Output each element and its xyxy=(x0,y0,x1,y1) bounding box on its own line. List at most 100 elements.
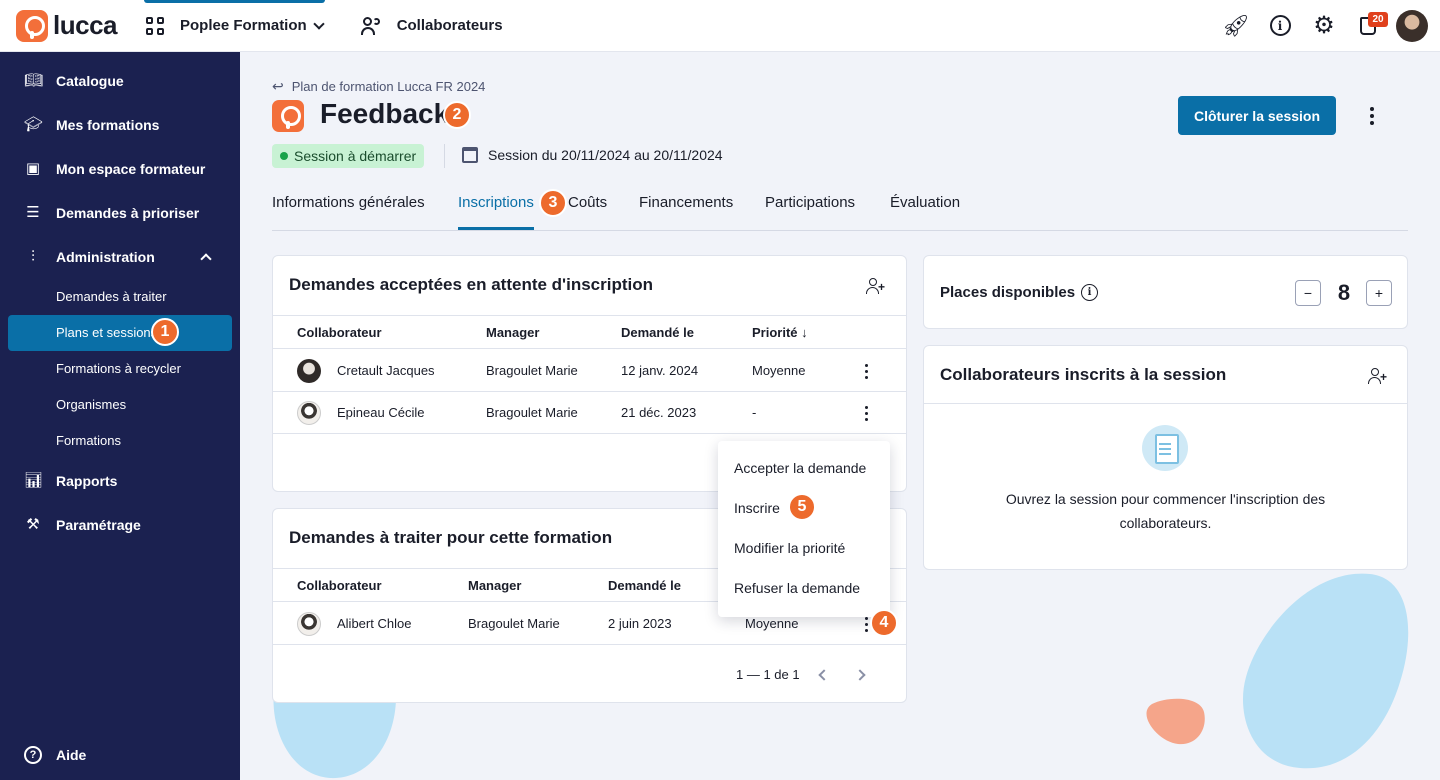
tab-informations-generales[interactable]: Informations générales xyxy=(272,194,425,230)
column-header-date[interactable]: Demandé le xyxy=(608,578,681,593)
sidebar-item-administration[interactable]: ⫶ Administration xyxy=(24,245,155,269)
status-badge: Session à démarrer xyxy=(272,144,425,168)
column-header-collaborateur[interactable]: Collaborateur xyxy=(297,325,382,340)
sidebar-item-espace-formateur[interactable]: ▣ Mon espace formateur xyxy=(24,157,205,181)
info-button[interactable]: i xyxy=(1258,4,1302,48)
pagination-range: 1 — 1 de 1 xyxy=(736,667,800,682)
card-title: Demandes à traiter pour cette formation xyxy=(289,528,613,547)
users-icon xyxy=(360,16,383,36)
sidebar-item-aide[interactable]: ? Aide xyxy=(24,743,86,767)
avatar xyxy=(297,612,321,636)
sidebar-sub-organismes[interactable]: Organismes xyxy=(56,395,126,415)
info-icon: i xyxy=(1269,15,1291,36)
training-logo-icon xyxy=(272,100,304,132)
sidebar-item-catalogue[interactable]: 📖︎ Catalogue xyxy=(24,69,124,93)
settings-button[interactable]: ⚙ xyxy=(1302,4,1346,48)
sidebar-item-demandes-prioriser[interactable]: ☰ Demandes à prioriser xyxy=(24,201,199,225)
sidebar-sub-formations[interactable]: Formations xyxy=(56,431,121,451)
cell-manager: Bragoulet Marie xyxy=(486,405,578,420)
row-actions-icon[interactable] xyxy=(857,362,875,380)
chevron-up-icon[interactable] xyxy=(200,253,212,265)
sidebar-item-mes-formations[interactable]: 🎓︎ Mes formations xyxy=(24,113,159,137)
sliders-icon: ⫶ xyxy=(31,248,35,265)
more-actions-icon[interactable] xyxy=(1360,104,1384,128)
enrolled-card: Collaborateurs inscrits à la session + O… xyxy=(923,345,1408,570)
breadcrumb[interactable]: ↩ Plan de formation Lucca FR 2024 xyxy=(272,78,485,95)
step-marker-4: 4 xyxy=(870,609,898,637)
menu-item-accepter[interactable]: Accepter la demande xyxy=(734,460,866,476)
cell-date: 2 juin 2023 xyxy=(608,616,672,631)
trainer-board-icon: ▣ xyxy=(25,160,41,177)
rocket-icon: 🚀︎ xyxy=(1222,12,1250,38)
column-header-collaborateur[interactable]: Collaborateur xyxy=(297,578,382,593)
avatar xyxy=(297,401,321,425)
decorative-blob-orange xyxy=(1146,698,1205,745)
close-session-button[interactable]: Clôturer la session xyxy=(1178,96,1336,135)
notifications-button[interactable]: 20 xyxy=(1346,4,1390,48)
chart-icon: 📊︎ xyxy=(24,472,44,489)
sidebar-item-label: Catalogue xyxy=(56,73,124,89)
session-dates: Session du 20/11/2024 au 20/11/2024 xyxy=(488,147,723,163)
tab-couts[interactable]: Coûts xyxy=(568,194,607,230)
rocket-button[interactable]: 🚀︎ xyxy=(1214,4,1258,48)
tab-inscriptions[interactable]: Inscriptions xyxy=(458,194,534,230)
decorative-blob-blue-left xyxy=(273,690,397,779)
sidebar-sub-demandes-traiter[interactable]: Demandes à traiter xyxy=(56,287,167,307)
list-priority-icon: ☰ xyxy=(26,204,40,221)
places-increment-button[interactable]: + xyxy=(1366,280,1392,306)
sidebar-item-label: Paramétrage xyxy=(56,517,141,533)
column-header-manager[interactable]: Manager xyxy=(486,325,539,340)
row-context-menu: Accepter la demande Inscrire Modifier la… xyxy=(718,441,890,617)
tab-participations[interactable]: Participations xyxy=(765,194,855,230)
step-marker-1: 1 xyxy=(151,318,179,346)
column-header-date[interactable]: Demandé le xyxy=(621,325,694,340)
card-title: Demandes acceptées en attente d'inscript… xyxy=(289,275,653,294)
sidebar: 📖︎ Catalogue 🎓︎ Mes formations ▣ Mon esp… xyxy=(0,52,240,780)
collaborateurs-label: Collaborateurs xyxy=(396,17,503,34)
sidebar-item-label: Demandes à prioriser xyxy=(56,205,200,221)
tab-evaluation[interactable]: Évaluation xyxy=(890,194,960,230)
menu-item-refuser[interactable]: Refuser la demande xyxy=(734,580,860,596)
sidebar-item-rapports[interactable]: 📊︎ Rapports xyxy=(24,469,117,493)
sidebar-sub-plans-sessions[interactable]: Plans et sessions xyxy=(56,323,157,343)
menu-item-modifier-priorite[interactable]: Modifier la priorité xyxy=(734,540,845,556)
cell-priorite: - xyxy=(752,405,757,420)
empty-state-text: Ouvrez la session pour commencer l'inscr… xyxy=(1005,491,1326,531)
table-row: Cretault Jacques Bragoulet Marie 12 janv… xyxy=(273,350,906,392)
places-value: 8 xyxy=(1337,280,1351,305)
divider xyxy=(924,403,1407,404)
add-user-icon[interactable]: + xyxy=(866,277,885,295)
decorative-blob-blue-right xyxy=(1242,573,1409,769)
menu-item-inscrire[interactable]: Inscrire xyxy=(734,500,780,516)
sidebar-item-parametrage[interactable]: ⚒ Paramétrage xyxy=(24,513,141,537)
row-actions-icon[interactable] xyxy=(857,404,875,422)
user-avatar[interactable] xyxy=(1396,9,1428,42)
lucca-logo-icon xyxy=(16,9,48,42)
add-user-icon[interactable]: + xyxy=(1368,367,1387,385)
prev-page-icon[interactable] xyxy=(818,669,830,681)
tab-financements[interactable]: Financements xyxy=(639,194,733,230)
info-icon[interactable]: i xyxy=(1081,284,1099,301)
card-title: Collaborateurs inscrits à la session xyxy=(940,365,1227,384)
places-decrement-button[interactable]: − xyxy=(1295,280,1321,306)
sidebar-item-label: Mes formations xyxy=(56,117,160,133)
divider xyxy=(444,144,445,168)
cell-date: 12 janv. 2024 xyxy=(621,363,699,378)
sidebar-item-label: Mon espace formateur xyxy=(56,161,206,177)
sidebar-sub-formations-recycler[interactable]: Formations à recycler xyxy=(56,359,181,379)
tools-icon: ⚒ xyxy=(26,516,40,533)
avatar xyxy=(297,359,321,383)
page-title: Feedback xyxy=(320,98,450,129)
calendar-icon xyxy=(462,147,478,163)
places-label-row: Places disponibles i xyxy=(940,284,1099,301)
collaborateurs-link[interactable]: Collaborateurs xyxy=(360,16,503,36)
app-switcher[interactable]: Poplee Formation xyxy=(144,0,325,52)
app-title: Poplee Formation xyxy=(180,17,307,34)
sidebar-item-label: Aide xyxy=(56,747,87,763)
next-page-icon[interactable] xyxy=(854,669,866,681)
places-card: Places disponibles i − 8 + xyxy=(923,255,1408,329)
column-header-priorite[interactable]: Priorité ↓ xyxy=(752,325,808,340)
column-header-manager[interactable]: Manager xyxy=(468,578,521,593)
breadcrumb-label: Plan de formation Lucca FR 2024 xyxy=(291,79,486,94)
lucca-logo[interactable]: lucca xyxy=(16,9,136,42)
